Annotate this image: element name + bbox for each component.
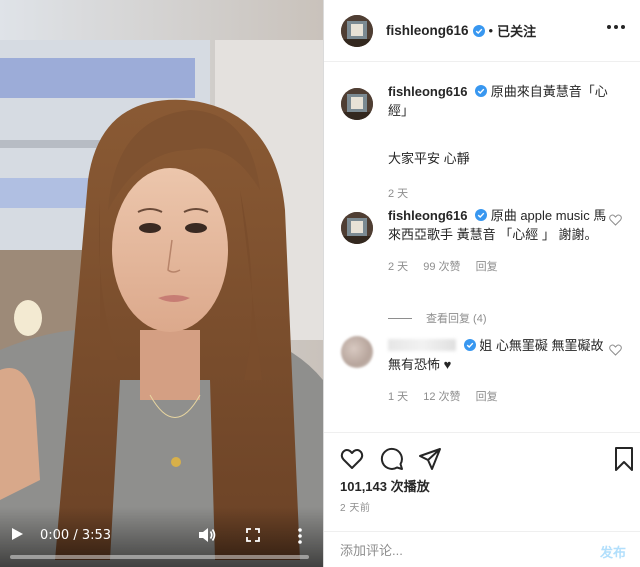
comments-list: fishleong616 原曲來自黃慧音「心經」 大家平安 心靜 2 天 fis… xyxy=(324,82,640,416)
comment-bubble-icon[interactable] xyxy=(380,447,404,471)
caption-time[interactable]: 2 天 xyxy=(388,188,408,200)
avatar[interactable] xyxy=(341,212,373,244)
like-heart-icon[interactable] xyxy=(340,447,364,471)
avatar[interactable] xyxy=(341,88,373,120)
verified-badge-icon xyxy=(475,85,488,97)
add-comment-bar: 发布 xyxy=(324,531,640,567)
video-progress-bar[interactable] xyxy=(10,555,309,559)
play-icon[interactable] xyxy=(10,527,24,541)
action-bar xyxy=(324,432,640,482)
view-replies-line xyxy=(388,317,412,319)
header-separator: • xyxy=(488,23,494,38)
post-comment-button[interactable]: 发布 xyxy=(600,542,626,561)
time-separator: / xyxy=(73,528,78,543)
like-comment-heart-icon[interactable] xyxy=(609,344,622,356)
volume-icon[interactable] xyxy=(198,527,216,543)
verified-badge-icon xyxy=(475,209,488,221)
time-readout: 0:00 / 3:53 xyxy=(40,528,111,543)
reply-button[interactable]: 回复 xyxy=(476,391,498,403)
comment-meta: 1 天 12 次赞 回复 xyxy=(388,388,610,404)
reply-button[interactable]: 回复 xyxy=(476,261,498,273)
follow-status-button[interactable]: 已关注 xyxy=(497,21,536,40)
caption-text: fishleong616 原曲來自黃慧音「心經」 xyxy=(388,82,610,120)
fullscreen-icon[interactable] xyxy=(246,528,260,542)
video-still-image xyxy=(0,0,323,567)
post-header: fishleong616 • 已关注 xyxy=(324,0,640,62)
header-username[interactable]: fishleong616 xyxy=(386,23,469,38)
verified-badge-icon xyxy=(472,24,485,37)
more-options-icon[interactable] xyxy=(296,527,304,545)
avatar[interactable] xyxy=(341,14,373,47)
comment-input[interactable] xyxy=(340,540,560,560)
video-player[interactable]: 0:00 / 3:53 xyxy=(0,0,323,567)
save-bookmark-icon[interactable] xyxy=(612,447,636,471)
verified-badge-icon xyxy=(463,339,476,351)
post-time-ago[interactable]: 2 天前 xyxy=(340,499,370,514)
comment-time[interactable]: 2 天 xyxy=(388,261,408,273)
current-time: 0:00 xyxy=(40,528,70,543)
comment-item: fishleong616 原曲 apple music 馬來西亞歌手 黃慧音 「… xyxy=(324,206,640,336)
caption-meta: 2 天 xyxy=(388,185,610,201)
share-paper-plane-icon[interactable] xyxy=(418,447,442,471)
comment-time[interactable]: 1 天 xyxy=(388,391,408,403)
comment-username-blurred[interactable] xyxy=(388,339,456,351)
comment-text: fishleong616 原曲 apple music 馬來西亞歌手 黃慧音 「… xyxy=(388,206,610,244)
more-options-icon[interactable] xyxy=(606,24,626,30)
post-caption: fishleong616 原曲來自黃慧音「心經」 大家平安 心靜 2 天 xyxy=(324,82,640,200)
view-count[interactable]: 101,143 次播放 xyxy=(340,476,430,495)
comment-text: 姐 心無罣礙 無罣礙故無有恐怖 ♥ xyxy=(388,336,610,374)
video-controls: 0:00 / 3:53 xyxy=(0,507,323,567)
comment-likes[interactable]: 12 次赞 xyxy=(423,391,460,403)
avatar-image xyxy=(341,14,373,47)
caption-body: 大家平安 心靜 xyxy=(388,151,470,166)
avatar-image xyxy=(341,212,373,244)
comment-username[interactable]: fishleong616 xyxy=(388,208,467,223)
avatar[interactable] xyxy=(341,336,373,368)
like-comment-heart-icon[interactable] xyxy=(609,214,622,226)
video-frame xyxy=(0,0,323,567)
comment-likes[interactable]: 99 次赞 xyxy=(423,261,460,273)
post-side-panel: fishleong616 • 已关注 fishleong616 原曲來自黃慧音「… xyxy=(323,0,640,567)
view-replies-label: 查看回复 (4) xyxy=(426,313,487,325)
view-replies-button[interactable]: 查看回复 (4) xyxy=(388,310,487,326)
caption-username[interactable]: fishleong616 xyxy=(388,84,467,99)
comment-item: 姐 心無罣礙 無罣礙故無有恐怖 ♥ 1 天 12 次赞 回复 xyxy=(324,336,640,416)
total-time: 3:53 xyxy=(81,528,112,543)
avatar-image xyxy=(341,88,373,120)
comment-meta: 2 天 99 次赞 回复 xyxy=(388,258,610,274)
